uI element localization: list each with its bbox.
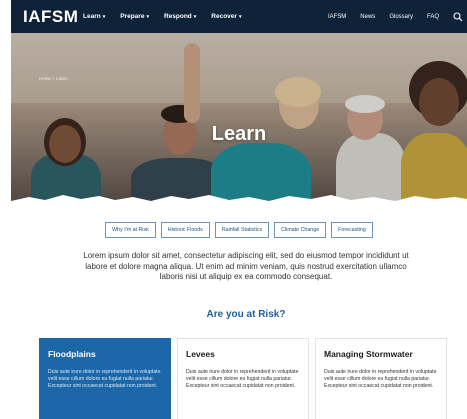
topic-climate-change[interactable]: Climate Change xyxy=(274,222,327,238)
card-managing-stormwater[interactable]: Managing Stormwater Duis aute irure dolo… xyxy=(315,338,447,419)
chevron-down-icon: ▾ xyxy=(102,13,106,20)
topic-rainfall-statistics[interactable]: Rainfall Statistics xyxy=(214,222,270,238)
nav-respond-label: Respond xyxy=(163,13,192,20)
site-logo[interactable]: IAFSM xyxy=(23,7,81,27)
chevron-down-icon: ▾ xyxy=(238,13,242,20)
breadcrumb-home[interactable]: Home xyxy=(39,76,51,81)
page: IAFSM Learn ▾ Prepare ▾ Respond ▾ Recove… xyxy=(11,0,467,419)
card-title: Floodplains xyxy=(48,349,96,359)
card-text: Duis aute irure dolor in reprehenderit i… xyxy=(324,369,437,389)
topic-historic-floods[interactable]: Historic Floods xyxy=(160,222,210,238)
chevron-down-icon: ▾ xyxy=(193,13,197,20)
topic-forecasting[interactable]: Forecasting xyxy=(331,222,373,238)
card-title: Managing Stormwater xyxy=(324,349,413,359)
chevron-down-icon: ▾ xyxy=(146,13,149,20)
nav-respond[interactable]: Respond ▾ xyxy=(164,13,196,20)
risk-cards: Floodplains Duis aute irure dolor in rep… xyxy=(39,338,467,419)
nav-learn-label: Learn xyxy=(83,13,101,20)
breadcrumb-current: Learn xyxy=(56,76,68,81)
breadcrumb-separator: / xyxy=(53,76,55,81)
card-levees[interactable]: Levees Duis aute irure dolor in reprehen… xyxy=(177,338,309,419)
torn-edge-divider xyxy=(11,195,467,209)
nav-recover[interactable]: Recover ▾ xyxy=(211,13,241,20)
hero-overlay xyxy=(11,33,467,203)
utility-nav: IAFSM News Glossary FAQ xyxy=(328,11,467,22)
main-nav: Learn ▾ Prepare ▾ Respond ▾ Recover ▾ xyxy=(83,13,256,20)
util-link-news[interactable]: News xyxy=(360,14,375,20)
nav-prepare[interactable]: Prepare ▾ xyxy=(120,13,149,20)
risk-heading: Are you at Risk? xyxy=(206,309,286,320)
search-icon[interactable] xyxy=(453,11,463,22)
card-floodplains[interactable]: Floodplains Duis aute irure dolor in rep… xyxy=(39,338,171,419)
nav-prepare-label: Prepare xyxy=(120,13,145,20)
nav-learn[interactable]: Learn ▾ xyxy=(83,13,105,20)
util-link-iafsm[interactable]: IAFSM xyxy=(328,14,346,20)
card-title: Levees xyxy=(186,349,215,359)
util-link-faq[interactable]: FAQ xyxy=(427,14,439,20)
intro-paragraph: Lorem ipsum dolor sit amet, consectetur … xyxy=(83,251,409,281)
topic-why-at-risk[interactable]: Why I'm at Risk xyxy=(105,222,156,238)
topic-links: Why I'm at Risk Historic Floods Rainfall… xyxy=(11,222,467,238)
site-header: IAFSM Learn ▾ Prepare ▾ Respond ▾ Recove… xyxy=(11,0,467,33)
util-link-glossary[interactable]: Glossary xyxy=(389,14,413,20)
breadcrumb: Home / Learn xyxy=(39,76,68,81)
page-title: Learn xyxy=(211,123,267,145)
nav-recover-label: Recover xyxy=(211,13,237,20)
card-text: Duis aute irure dolor in reprehenderit i… xyxy=(48,369,161,389)
hero-banner: Home / Learn Learn xyxy=(11,33,467,203)
card-text: Duis aute irure dolor in reprehenderit i… xyxy=(186,369,299,389)
